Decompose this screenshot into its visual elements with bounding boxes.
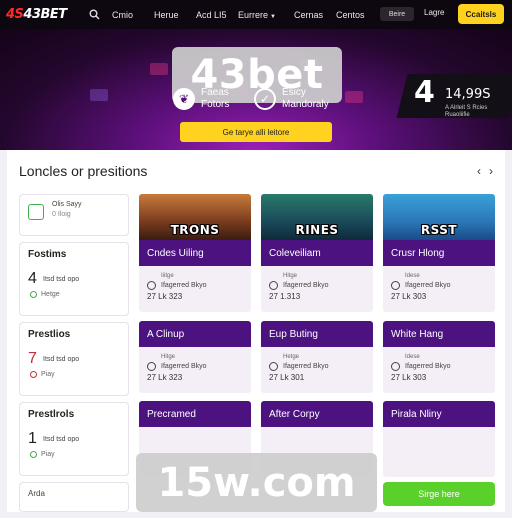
decor-shape — [150, 63, 168, 75]
game-thumbnail: TRONS — [139, 194, 251, 240]
game-card[interactable]: TRONS Cndes Uiling Iiitge Ifagerred Bkyo… — [139, 194, 251, 312]
clock-icon — [269, 362, 278, 371]
sidebar-group[interactable]: Arda — [19, 482, 129, 512]
signup-button[interactable]: Ccaitsls — [458, 4, 504, 24]
hero-cta-button[interactable]: Ge tarye alli leitore — [180, 122, 332, 142]
hero-banner: 43bet ❦ Faeas Fotors ✓ Esicy Mandoraly Ge … — [0, 29, 512, 150]
game-card[interactable]: A Clinup Hitge Ifagerred Bkyo 27 Lk 323 — [139, 321, 251, 393]
signup-here-button[interactable]: Sirge here — [383, 482, 495, 506]
game-title: Coleveiliam — [261, 240, 373, 266]
game-card[interactable]: White Hang Idese Ifagerred Bkyo 27 Lk 30… — [383, 321, 495, 393]
promo-number: 4 — [414, 75, 435, 110]
game-title: Crusr Hlong — [383, 240, 495, 266]
game-title: Pirala Nliny — [383, 401, 495, 427]
check-circle-icon: ✓ — [254, 88, 276, 110]
promo-amount: 14,99S — [445, 87, 491, 102]
game-thumbnail: RINES — [261, 194, 373, 240]
decor-shape — [90, 89, 108, 101]
status-dot-icon — [30, 371, 37, 378]
status-dot-icon — [30, 451, 37, 458]
chevron-left-icon[interactable]: ‹ — [477, 164, 481, 178]
sidebar-group[interactable]: Prestlios 7 Itsd tsd opo Piay — [19, 322, 129, 396]
nav-link-5[interactable]: Cernas — [294, 10, 336, 20]
language-button[interactable]: Beire — [380, 7, 414, 21]
watermark: 15w.com — [136, 453, 377, 512]
sidebar-group[interactable]: Prestlrols 1 Itsd tsd opo Piay — [19, 402, 129, 476]
sidebar-group[interactable]: Fostims 4 Itsd tsd opo Hetge — [19, 242, 129, 316]
game-title: Cndes Uiling — [139, 240, 251, 266]
promo-subtext: A Alrleit S Rcies Ruaoliifie — [445, 105, 488, 118]
nav-link-1[interactable]: Cmio — [112, 10, 154, 20]
ticket-icon — [28, 204, 44, 220]
game-title: A Clinup — [139, 321, 251, 347]
section-heading: Loncles or presitions — [19, 163, 148, 179]
game-title: Precramed — [139, 401, 251, 427]
game-card[interactable]: Pirala Nliny — [383, 401, 495, 477]
sidebar: Olis Sayy 0 Iloig Fostims 4 Itsd tsd opo H… — [19, 194, 129, 518]
sidebar-summary[interactable]: Olis Sayy 0 Iloig — [19, 194, 129, 236]
chevron-right-icon[interactable]: › — [489, 164, 493, 178]
nav-link-3[interactable]: Acd LI5 — [196, 10, 238, 20]
nav-link-4-dropdown[interactable]: Eurrere ▼ — [238, 10, 294, 20]
decor-shape — [345, 91, 363, 103]
chevron-down-icon: ▼ — [270, 13, 276, 20]
game-thumbnail: RSST — [383, 194, 495, 240]
game-title: After Corpy — [261, 401, 373, 427]
game-card[interactable]: RSST Crusr Hlong Idese Ifagerred Bkyo 27… — [383, 194, 495, 312]
piggy-icon: ❦ — [173, 88, 195, 110]
nav-link-2[interactable]: Herue — [154, 10, 196, 20]
game-card[interactable]: RINES Coleveiliam Hitge Ifagerred Bkyo 2… — [261, 194, 373, 312]
search-icon[interactable] — [86, 7, 102, 23]
clock-icon — [269, 281, 278, 290]
clock-icon — [391, 362, 400, 371]
nav-link-6[interactable]: Centos — [336, 10, 378, 20]
clock-icon — [391, 281, 400, 290]
login-link[interactable]: Lagre — [424, 8, 444, 17]
status-dot-icon — [30, 291, 37, 298]
brand-logo[interactable]: 4S43BET — [6, 7, 86, 22]
hero-feature-1: ❦ Faeas Fotors — [173, 87, 229, 111]
game-card[interactable]: Eup Buting Hetge Ifagerred Bkyo 27 Lk 30… — [261, 321, 373, 393]
game-title: White Hang — [383, 321, 495, 347]
game-title: Eup Buting — [261, 321, 373, 347]
clock-icon — [147, 281, 156, 290]
clock-icon — [147, 362, 156, 371]
top-nav: 4S43BET Cmio Herue Acd LI5 Eurrere ▼ Cern… — [0, 0, 512, 29]
hero-feature-2: ✓ Esicy Mandoraly — [254, 87, 329, 111]
